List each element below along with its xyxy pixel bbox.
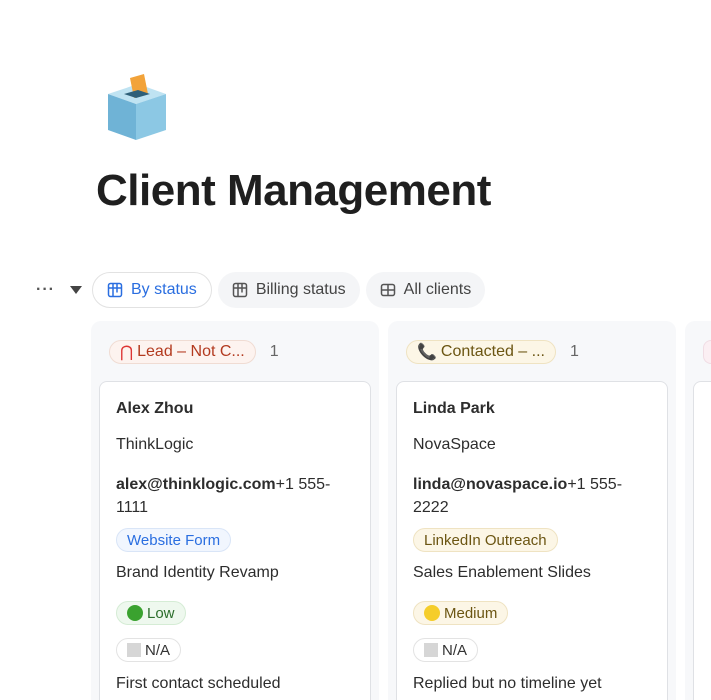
green-circle-icon [127, 605, 143, 621]
more-options-button[interactable]: ··· [36, 281, 56, 299]
contact-info: alex@thinklogic.com+1 555-1111 [116, 473, 356, 519]
contact-info: linda@novaspace.io+1 555-2222 [413, 473, 653, 519]
priority-badge: Medium [413, 601, 509, 625]
table-view-icon [380, 283, 395, 297]
company: NovaSpace [413, 436, 496, 453]
page-title: Client Management [96, 166, 491, 215]
project: Sales Enablement Slides [413, 564, 591, 581]
email: linda@novaspace.io [413, 476, 568, 493]
board-column-lead: ⋂ Lead – Not C... 1 Alex Zhou ThinkLogic … [91, 321, 379, 700]
status-badge[interactable]: 📞 Contacted – ... [406, 340, 556, 364]
tab-by-status[interactable]: By status [92, 272, 212, 308]
client-card[interactable]: Linda Park NovaSpace linda@novaspace.io+… [396, 381, 668, 700]
email: alex@thinklogic.com [116, 476, 276, 493]
collapse-toggle-icon[interactable] [70, 286, 82, 294]
billing-badge: N/A [413, 638, 479, 662]
client-name: Alex Zhou [116, 400, 194, 417]
status-badge[interactable]: ⋂ Lead – Not C... [109, 340, 256, 364]
ballot-box-icon [100, 72, 172, 144]
status-badge[interactable] [703, 340, 711, 364]
magnet-icon: ⋂ [120, 344, 134, 361]
client-card[interactable] [693, 381, 711, 700]
board-view-icon [107, 282, 123, 298]
board-column-partial [685, 321, 711, 700]
yellow-circle-icon [424, 605, 440, 621]
phone-icon: 📞 [417, 344, 437, 361]
gray-square-icon [127, 643, 141, 657]
tab-all-clients[interactable]: All clients [365, 272, 486, 308]
billing-badge: N/A [116, 638, 182, 662]
board-column-contacted: 📞 Contacted – ... 1 Linda Park NovaSpace … [388, 321, 676, 700]
company: ThinkLogic [116, 436, 194, 453]
column-count: 1 [269, 343, 279, 360]
source-tag: Website Form [116, 528, 232, 552]
priority-badge: Low [116, 601, 186, 625]
note: Replied but no timeline yet [413, 675, 602, 692]
source-tag: LinkedIn Outreach [413, 528, 558, 552]
gray-square-icon [424, 643, 438, 657]
column-count: 1 [569, 343, 579, 360]
client-card[interactable]: Alex Zhou ThinkLogic alex@thinklogic.com… [99, 381, 371, 700]
board-view-icon [232, 282, 248, 298]
view-toolbar: ··· By status Billing status All clients [36, 272, 491, 308]
client-name: Linda Park [413, 400, 495, 417]
project: Brand Identity Revamp [116, 564, 279, 581]
tab-billing-status[interactable]: Billing status [217, 272, 360, 308]
note: First contact scheduled [116, 675, 281, 692]
